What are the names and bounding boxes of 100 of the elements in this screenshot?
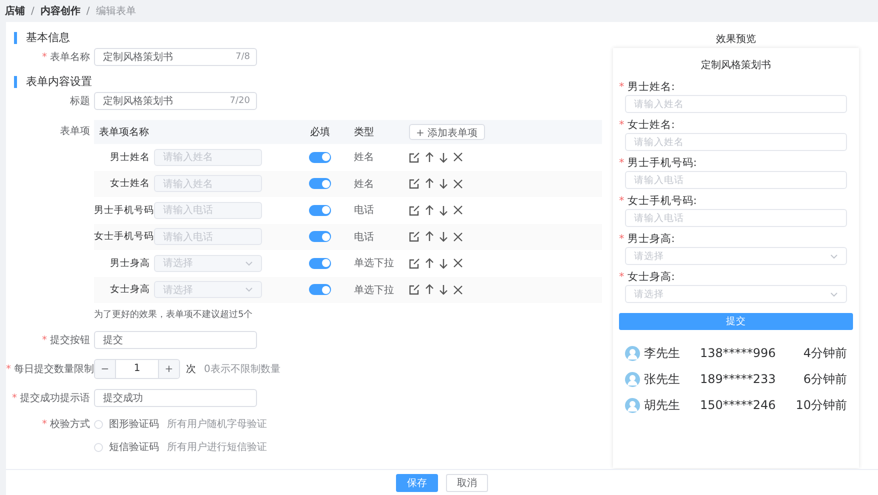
arrow-down-icon[interactable] xyxy=(439,258,448,269)
record-name: 张先生 xyxy=(644,370,681,388)
delete-icon[interactable] xyxy=(453,152,463,162)
field-label: 校验方式 xyxy=(50,419,90,430)
field-label: 表单项 xyxy=(60,126,90,137)
table-cell-text: 电话 xyxy=(353,230,375,244)
avatar-icon xyxy=(625,372,640,386)
avatar-icon xyxy=(625,398,640,412)
field-label: 女士姓名: xyxy=(627,119,675,131)
field-label: 女士身高: xyxy=(627,271,675,283)
hint-text: 为了更好的效果，表单项不建议超过5个 xyxy=(94,308,254,321)
radio-label[interactable]: 短信验证码 xyxy=(109,440,159,454)
arrow-down-icon[interactable] xyxy=(439,152,448,163)
edit-icon[interactable] xyxy=(409,231,420,242)
toggle-switch[interactable] xyxy=(309,178,331,190)
breadcrumb-item[interactable]: 内容创作 xyxy=(40,4,80,18)
field-label: 提交按钮 xyxy=(50,335,90,346)
toggle-switch[interactable] xyxy=(309,204,331,216)
submit-text-field[interactable]: 提交 xyxy=(94,331,257,349)
record-time: 6分钟前 xyxy=(803,370,847,388)
required-mark: * xyxy=(12,393,17,404)
toggle-switch[interactable] xyxy=(309,231,331,242)
arrow-down-icon[interactable] xyxy=(439,231,448,242)
required-mark: * xyxy=(619,157,624,169)
breadcrumb-item: 编辑表单 xyxy=(96,4,136,18)
table-cell-text: 姓名 xyxy=(353,178,375,191)
delete-icon[interactable] xyxy=(453,178,463,189)
edit-icon[interactable] xyxy=(409,204,420,216)
breadcrumb-separator: / xyxy=(31,6,34,16)
delete-icon[interactable] xyxy=(453,205,463,216)
required-mark: * xyxy=(6,364,11,375)
section-heading: 表单内容设置 xyxy=(14,76,606,88)
delete-icon[interactable] xyxy=(453,258,463,268)
edit-icon[interactable] xyxy=(409,152,420,163)
arrow-up-icon[interactable] xyxy=(425,231,434,242)
required-mark: * xyxy=(42,335,47,346)
arrow-up-icon[interactable] xyxy=(425,284,434,296)
arrow-down-icon[interactable] xyxy=(439,178,448,190)
breadcrumb-item[interactable]: 店铺 xyxy=(5,4,25,18)
arrow-down-icon[interactable] xyxy=(439,204,448,216)
edit-icon[interactable] xyxy=(409,178,420,190)
required-mark: * xyxy=(42,52,47,63)
table-cell-text: 姓名 xyxy=(353,151,375,164)
required-mark: * xyxy=(619,195,624,207)
hint-text: 所有用户随机字母验证 xyxy=(167,418,267,431)
preview-heading: 效果预览 xyxy=(716,33,756,47)
success-message-field[interactable]: 提交成功 xyxy=(94,389,257,407)
breadcrumb-separator: / xyxy=(86,6,90,16)
arrow-up-icon[interactable] xyxy=(425,258,434,269)
chevron-down-icon xyxy=(830,254,838,258)
field-label: 表单名称 xyxy=(50,52,90,63)
delete-icon[interactable] xyxy=(453,284,463,295)
unit-text: 次 xyxy=(186,363,196,376)
arrow-up-icon[interactable] xyxy=(425,178,434,190)
field-label: 每日提交数量限制 xyxy=(14,364,94,375)
add-item-button[interactable]: + 添加表单项 xyxy=(409,124,485,140)
toggle-switch[interactable] xyxy=(309,284,331,296)
title-field[interactable]: 定制风格策划书 7/20 xyxy=(94,92,257,110)
toggle-switch[interactable] xyxy=(309,258,331,269)
required-mark: * xyxy=(619,233,624,245)
radio-label[interactable]: 图形验证码 xyxy=(109,417,159,431)
record-phone: 189*****233 xyxy=(700,372,777,386)
item-label: 女士姓名 xyxy=(109,177,150,190)
name-field[interactable]: 定制风格策划书 7/8 xyxy=(94,48,257,66)
delete-icon[interactable] xyxy=(453,232,463,242)
hint-text: 所有用户进行短信验证 xyxy=(167,440,267,454)
decrement-button[interactable]: − xyxy=(95,360,115,378)
column-header: 表单项名称 xyxy=(98,126,150,139)
cancel-button[interactable]: 取消 xyxy=(446,474,488,492)
edit-icon[interactable] xyxy=(409,258,420,269)
record-phone: 150*****246 xyxy=(700,398,777,412)
column-header: 类型 xyxy=(353,126,375,139)
edit-icon[interactable] xyxy=(409,284,420,296)
record-phone: 138*****996 xyxy=(700,346,777,360)
record-name: 李先生 xyxy=(644,344,681,362)
arrow-up-icon[interactable] xyxy=(425,152,434,163)
arrow-up-icon[interactable] xyxy=(425,204,434,216)
chevron-down-icon xyxy=(245,260,253,266)
required-mark: * xyxy=(619,81,624,93)
hint-text: 0表示不限制数量 xyxy=(204,362,280,376)
section-heading: 基本信息 xyxy=(14,32,606,44)
table-cell-text: 电话 xyxy=(353,204,375,218)
item-label: 男士姓名 xyxy=(109,150,150,164)
required-mark: * xyxy=(42,419,47,430)
radio-button[interactable] xyxy=(94,442,103,452)
column-header: 必填 xyxy=(309,126,331,139)
item-label: 女士身高 xyxy=(109,283,150,296)
radio-button[interactable] xyxy=(94,420,103,428)
chevron-down-icon xyxy=(245,287,253,292)
arrow-down-icon[interactable] xyxy=(439,284,448,296)
form-title: 定制风格策划书 xyxy=(700,58,772,73)
toggle-switch[interactable] xyxy=(309,152,331,163)
increment-button[interactable]: + xyxy=(159,360,179,378)
chevron-down-icon xyxy=(830,292,838,296)
record-time: 10分钟前 xyxy=(796,396,847,414)
required-mark: * xyxy=(619,119,624,131)
record-time: 4分钟前 xyxy=(803,344,847,362)
field-label: 男士身高: xyxy=(627,233,675,245)
table-cell-text: 单选下拉 xyxy=(353,284,395,297)
field-label: 男士姓名: xyxy=(627,81,675,93)
